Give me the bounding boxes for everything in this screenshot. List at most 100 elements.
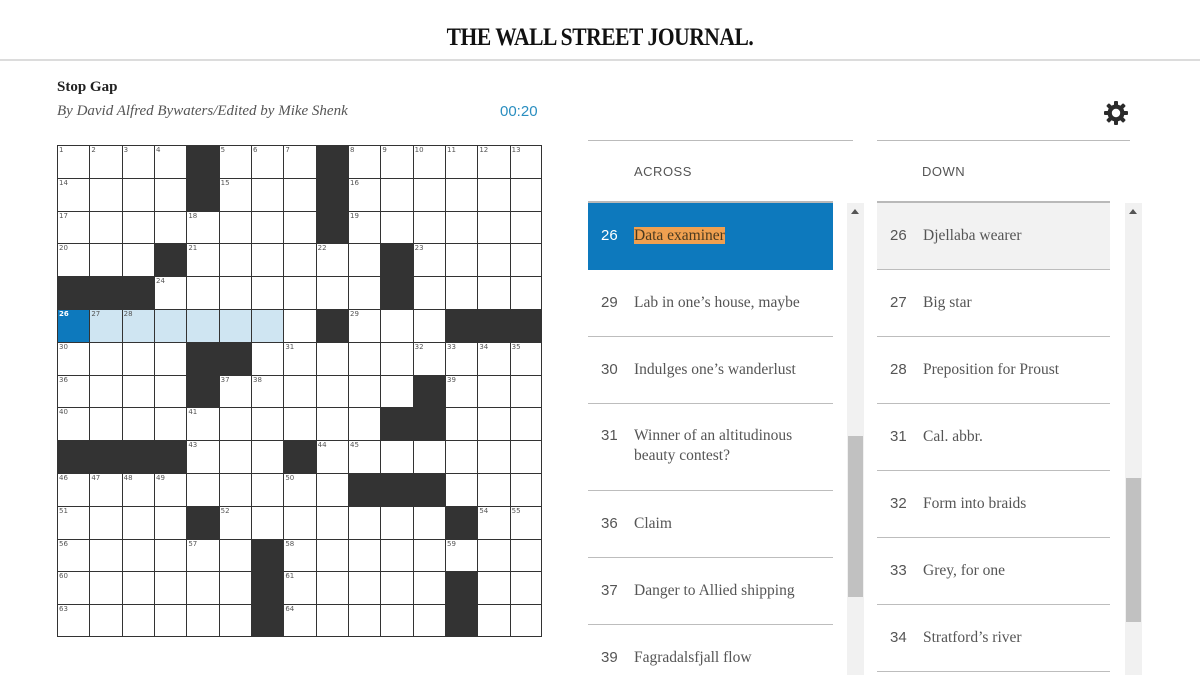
grid-cell[interactable]: [412, 309, 445, 342]
grid-cell[interactable]: 52: [218, 505, 251, 539]
across-scrollbar[interactable]: [847, 203, 864, 675]
grid-cell[interactable]: [154, 407, 187, 441]
grid-cell[interactable]: [283, 505, 316, 539]
grid-cell[interactable]: [89, 604, 122, 637]
grid-cell[interactable]: 30: [57, 341, 90, 375]
grid-cell[interactable]: [218, 243, 251, 277]
grid-cell[interactable]: 22: [315, 243, 348, 277]
grid-cell[interactable]: [509, 243, 542, 277]
grid-cell[interactable]: [348, 538, 381, 572]
grid-cell[interactable]: [412, 440, 445, 473]
grid-cell[interactable]: [412, 177, 445, 211]
settings-button[interactable]: [1102, 99, 1130, 127]
grid-cell[interactable]: [251, 505, 284, 539]
grid-cell[interactable]: [121, 210, 154, 244]
grid-cell[interactable]: [89, 505, 122, 539]
grid-cell[interactable]: [218, 604, 251, 637]
grid-cell[interactable]: [348, 341, 381, 375]
grid-cell[interactable]: 31: [283, 341, 316, 375]
grid-cell[interactable]: [154, 309, 187, 342]
grid-cell[interactable]: 29: [348, 309, 381, 342]
across-clue-39[interactable]: 39 Fagradalsfjall flow: [588, 625, 833, 675]
grid-cell[interactable]: [445, 243, 478, 277]
grid-cell[interactable]: 27: [89, 309, 122, 342]
grid-cell[interactable]: 11: [445, 145, 478, 178]
grid-cell[interactable]: [154, 374, 187, 408]
grid-cell[interactable]: [477, 604, 510, 637]
grid-cell[interactable]: 48: [121, 473, 154, 506]
grid-cell[interactable]: [348, 505, 381, 539]
grid-cell[interactable]: [380, 177, 413, 211]
grid-cell[interactable]: 47: [89, 473, 122, 506]
grid-cell[interactable]: [218, 309, 251, 342]
grid-cell[interactable]: [315, 276, 348, 309]
grid-cell[interactable]: [412, 538, 445, 572]
timer[interactable]: 00:20: [500, 103, 538, 120]
grid-cell[interactable]: [121, 374, 154, 408]
grid-cell[interactable]: [251, 243, 284, 277]
grid-cell[interactable]: [348, 243, 381, 277]
grid-cell[interactable]: 40: [57, 407, 90, 441]
grid-cell[interactable]: 64: [283, 604, 316, 637]
down-clue-33[interactable]: 33 Grey, for one: [877, 538, 1110, 605]
grid-cell[interactable]: [121, 243, 154, 277]
grid-cell[interactable]: [154, 341, 187, 375]
grid-cell[interactable]: [251, 407, 284, 441]
grid-cell[interactable]: 34: [477, 341, 510, 375]
grid-cell[interactable]: [89, 243, 122, 277]
grid-cell[interactable]: [509, 473, 542, 506]
grid-cell[interactable]: [251, 210, 284, 244]
grid-cell[interactable]: [251, 473, 284, 506]
grid-cell[interactable]: [154, 505, 187, 539]
grid-cell[interactable]: [154, 210, 187, 244]
down-clue-31[interactable]: 31 Cal. abbr.: [877, 404, 1110, 471]
grid-cell[interactable]: 15: [218, 177, 251, 211]
grid-cell[interactable]: [186, 309, 219, 342]
grid-cell[interactable]: [315, 341, 348, 375]
grid-cell[interactable]: [315, 604, 348, 637]
grid-cell[interactable]: [412, 604, 445, 637]
grid-cell[interactable]: [380, 571, 413, 605]
grid-cell[interactable]: 56: [57, 538, 90, 572]
down-clue-32[interactable]: 32 Form into braids: [877, 471, 1110, 538]
grid-cell[interactable]: [218, 538, 251, 572]
grid-cell[interactable]: [251, 341, 284, 375]
grid-cell[interactable]: [89, 177, 122, 211]
grid-cell[interactable]: [509, 374, 542, 408]
grid-cell[interactable]: 4: [154, 145, 187, 178]
grid-cell[interactable]: [509, 538, 542, 572]
grid-cell[interactable]: 14: [57, 177, 90, 211]
grid-cell[interactable]: [218, 571, 251, 605]
grid-cell[interactable]: [315, 538, 348, 572]
grid-cell[interactable]: [315, 407, 348, 441]
grid-cell[interactable]: [348, 276, 381, 309]
grid-cell[interactable]: [121, 604, 154, 637]
grid-cell[interactable]: [477, 374, 510, 408]
grid-cell[interactable]: 33: [445, 341, 478, 375]
scroll-up-icon[interactable]: [1129, 209, 1137, 214]
grid-cell[interactable]: 12: [477, 145, 510, 178]
grid-cell[interactable]: [89, 374, 122, 408]
grid-cell[interactable]: [380, 538, 413, 572]
grid-cell[interactable]: 49: [154, 473, 187, 506]
grid-cell[interactable]: 16: [348, 177, 381, 211]
grid-cell[interactable]: [509, 571, 542, 605]
grid-cell[interactable]: 54: [477, 505, 510, 539]
grid-cell[interactable]: 23: [412, 243, 445, 277]
grid-cell[interactable]: [154, 538, 187, 572]
grid-cell[interactable]: [445, 177, 478, 211]
grid-cell[interactable]: [348, 604, 381, 637]
grid-cell[interactable]: 6: [251, 145, 284, 178]
grid-cell[interactable]: 8: [348, 145, 381, 178]
grid-cell[interactable]: 43: [186, 440, 219, 473]
down-clue-34[interactable]: 34 Stratford’s river: [877, 605, 1110, 672]
grid-cell[interactable]: [89, 210, 122, 244]
grid-cell[interactable]: 51: [57, 505, 90, 539]
grid-cell[interactable]: 28: [121, 309, 154, 342]
down-clue-27[interactable]: 27 Big star: [877, 270, 1110, 337]
grid-cell[interactable]: [509, 210, 542, 244]
across-scroll-thumb[interactable]: [848, 436, 863, 597]
grid-cell[interactable]: 46: [57, 473, 90, 506]
grid-cell[interactable]: [283, 276, 316, 309]
grid-cell[interactable]: [315, 505, 348, 539]
